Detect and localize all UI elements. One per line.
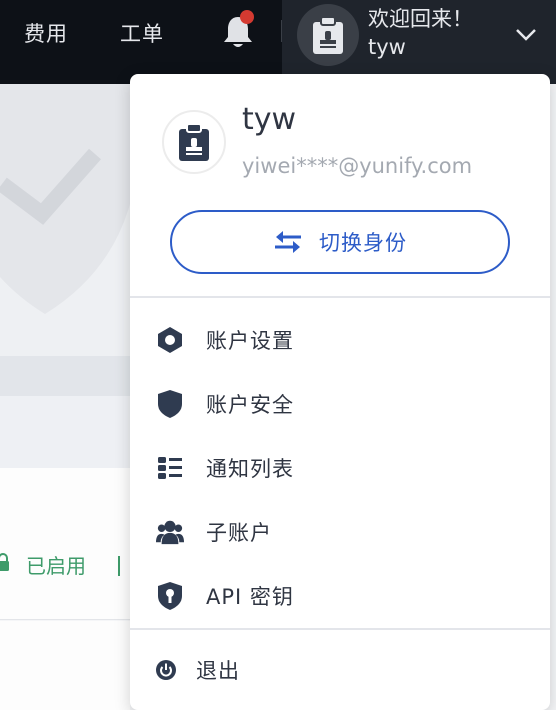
profile-email: yiwei****@yunify.com: [242, 154, 473, 178]
settings-hex-icon: [156, 326, 184, 354]
switch-identity-label: 切换身份: [319, 231, 407, 255]
notification-badge: [240, 10, 254, 24]
profile-name: tyw: [242, 102, 297, 137]
swap-arrows-icon: [275, 231, 301, 253]
logout-label: 退出: [196, 659, 240, 683]
switch-identity-button[interactable]: 切换身份: [170, 210, 510, 274]
menu-item-label: 通知列表: [206, 457, 294, 481]
top-username: tyw: [368, 35, 406, 59]
status-enabled-text: 已启用: [26, 554, 86, 578]
menu-item-label: API 密钥: [206, 585, 294, 609]
users-icon: [156, 518, 184, 546]
divider: [130, 296, 550, 298]
menu-item-label: 子账户: [206, 521, 272, 545]
id-badge-icon: [179, 123, 209, 161]
background-strip: [0, 356, 130, 396]
welcome-text: 欢迎回来！: [368, 7, 473, 31]
background-strip: [0, 396, 130, 468]
user-dropdown-menu: tyw yiwei****@yunify.com 切换身份 账户设置 账户安全: [130, 74, 550, 710]
power-icon: [152, 656, 180, 684]
avatar[interactable]: [297, 4, 359, 66]
background-row: [0, 468, 130, 620]
list-icon: [156, 454, 184, 482]
logout-button[interactable]: 退出: [130, 642, 550, 698]
divider: [130, 628, 550, 630]
separator: [118, 556, 120, 576]
menu-item-api-keys[interactable]: API 密钥: [130, 568, 550, 624]
menu-item-sub-accounts[interactable]: 子账户: [130, 504, 550, 560]
nav-item-billing[interactable]: 费用: [24, 18, 68, 48]
menu-item-notifications[interactable]: 通知列表: [130, 440, 550, 496]
key-shield-icon: [156, 582, 184, 610]
id-badge-icon: [313, 16, 343, 54]
profile-avatar: [162, 110, 226, 174]
menu-item-account-security[interactable]: 账户安全: [130, 376, 550, 432]
chevron-down-icon[interactable]: [514, 24, 538, 44]
nav-item-tickets[interactable]: 工单: [120, 18, 164, 48]
shield-check-illustration: [0, 84, 130, 314]
lock-icon: [0, 553, 9, 571]
menu-item-account-settings[interactable]: 账户设置: [130, 312, 550, 368]
menu-item-label: 账户安全: [206, 393, 294, 417]
background-row: [0, 621, 130, 710]
shield-icon: [156, 390, 184, 418]
menu-item-label: 账户设置: [206, 329, 294, 353]
